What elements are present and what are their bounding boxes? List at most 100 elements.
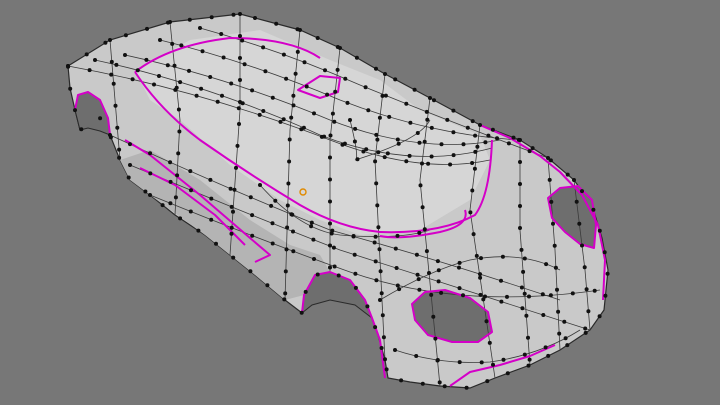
mesh-vertex[interactable] <box>270 241 275 246</box>
mesh-vertex[interactable] <box>130 77 135 82</box>
mesh-vertex[interactable] <box>586 309 591 314</box>
mesh-vertex[interactable] <box>282 297 287 302</box>
mesh-vertex[interactable] <box>435 259 440 264</box>
mesh-vertex[interactable] <box>373 159 378 164</box>
mesh-vertex[interactable] <box>289 115 294 120</box>
mesh-vertex[interactable] <box>549 199 554 204</box>
mesh-vertex[interactable] <box>377 247 382 252</box>
mesh-vertex[interactable] <box>229 81 234 86</box>
mesh-vertex[interactable] <box>407 153 412 158</box>
mesh-vertex[interactable] <box>445 117 450 122</box>
mesh-vertex[interactable] <box>487 340 492 345</box>
mesh-vertex[interactable] <box>577 221 582 226</box>
3d-viewport[interactable] <box>0 0 720 405</box>
mesh-vertex[interactable] <box>355 157 360 162</box>
mesh-vertex[interactable] <box>209 196 214 201</box>
mesh-vertex[interactable] <box>250 213 255 218</box>
mesh-vertex[interactable] <box>429 292 434 297</box>
mesh-vertex[interactable] <box>420 205 425 210</box>
mesh-vertex[interactable] <box>393 348 397 352</box>
mesh-vertex[interactable] <box>258 183 262 187</box>
mesh-vertex[interactable] <box>281 52 286 57</box>
mesh-vertex[interactable] <box>404 101 409 106</box>
mesh-vertex[interactable] <box>505 294 509 299</box>
mesh-vertex[interactable] <box>79 127 84 132</box>
mesh-vertex[interactable] <box>478 275 483 280</box>
mesh-vertex[interactable] <box>478 123 482 127</box>
mesh-vertex[interactable] <box>328 177 332 182</box>
mesh-vertex[interactable] <box>415 131 420 135</box>
mesh-vertex[interactable] <box>439 142 444 147</box>
mesh-vertex[interactable] <box>333 89 338 94</box>
mesh-vertex[interactable] <box>188 209 193 214</box>
mesh-vertex[interactable] <box>299 310 304 315</box>
mesh-vertex[interactable] <box>602 250 607 255</box>
mesh-vertex[interactable] <box>209 15 214 20</box>
mesh-vertex[interactable] <box>117 147 122 152</box>
mesh-vertex[interactable] <box>524 313 529 318</box>
mesh-vertex[interactable] <box>286 181 291 186</box>
mesh-vertex[interactable] <box>457 265 461 270</box>
mesh-vertex[interactable] <box>374 66 378 71</box>
mesh-vertex[interactable] <box>428 96 432 100</box>
mesh-vertex[interactable] <box>328 155 332 160</box>
mesh-vertex[interactable] <box>328 221 332 226</box>
mesh-vertex[interactable] <box>418 183 423 188</box>
mesh-vertex[interactable] <box>474 253 479 258</box>
mesh-vertex[interactable] <box>269 203 274 208</box>
mesh-vertex[interactable] <box>228 186 233 191</box>
mesh-vertex[interactable] <box>232 187 237 192</box>
mesh-vertex[interactable] <box>605 271 610 276</box>
mesh-vertex[interactable] <box>236 106 241 111</box>
mesh-vertex[interactable] <box>335 67 340 72</box>
mesh-vertex[interactable] <box>583 326 588 331</box>
mesh-vertex[interactable] <box>603 293 608 298</box>
mesh-vertex[interactable] <box>526 363 531 368</box>
mesh-vertex[interactable] <box>108 38 112 42</box>
mesh-vertex[interactable] <box>238 56 242 60</box>
mesh-vertex[interactable] <box>562 319 567 324</box>
mesh-vertex[interactable] <box>229 225 234 230</box>
mesh-vertex[interactable] <box>325 92 330 97</box>
mesh-vertex[interactable] <box>303 289 308 294</box>
mesh-vertex[interactable] <box>518 182 522 186</box>
mesh-vertex[interactable] <box>214 241 218 246</box>
mesh-vertex[interactable] <box>221 55 226 60</box>
mesh-vertex[interactable] <box>556 309 561 314</box>
mesh-vertex[interactable] <box>128 163 132 167</box>
mesh-vertex[interactable] <box>287 137 292 142</box>
mesh-vertex[interactable] <box>353 126 358 131</box>
mesh-vertex[interactable] <box>442 384 447 389</box>
mesh-vertex[interactable] <box>235 143 240 148</box>
mesh-vertex[interactable] <box>84 52 89 57</box>
mesh-vertex[interactable] <box>383 357 387 362</box>
mesh-vertex[interactable] <box>68 86 73 91</box>
mesh-vertex[interactable] <box>597 228 602 233</box>
mesh-vertex[interactable] <box>429 125 434 130</box>
mesh-vertex[interactable] <box>291 229 295 234</box>
mesh-vertex[interactable] <box>395 283 400 288</box>
mesh-vertex[interactable] <box>148 171 153 176</box>
mesh-vertex[interactable] <box>145 26 149 31</box>
mesh-vertex[interactable] <box>519 247 524 252</box>
mesh-vertex[interactable] <box>501 357 506 362</box>
mesh-vertex[interactable] <box>551 221 555 226</box>
mesh-vertex[interactable] <box>591 207 596 212</box>
mesh-vertex[interactable] <box>417 230 422 235</box>
mesh-vertex[interactable] <box>425 117 430 122</box>
mesh-vertex[interactable] <box>546 353 551 358</box>
mesh-vertex[interactable] <box>209 217 214 222</box>
mesh-vertex[interactable] <box>379 346 384 350</box>
mesh-vertex[interactable] <box>383 72 387 76</box>
mesh-vertex[interactable] <box>178 216 183 221</box>
mesh-vertex[interactable] <box>304 84 309 89</box>
mesh-vertex[interactable] <box>165 63 170 68</box>
mesh-vertex[interactable] <box>351 234 356 238</box>
mesh-vertex[interactable] <box>479 360 484 365</box>
mesh-vertex[interactable] <box>176 107 181 112</box>
car-mesh-canvas[interactable] <box>0 0 720 405</box>
mesh-vertex[interactable] <box>291 249 296 254</box>
mesh-vertex[interactable] <box>495 136 499 141</box>
mesh-vertex[interactable] <box>242 62 247 67</box>
mesh-vertex[interactable] <box>580 243 584 248</box>
